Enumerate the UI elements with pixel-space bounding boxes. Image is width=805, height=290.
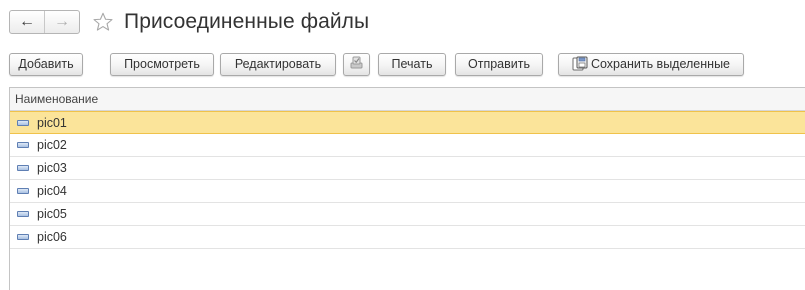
file-icon xyxy=(17,142,29,148)
files-table: Наименование pic01 pic02 pic03 pic04 pic… xyxy=(9,87,805,290)
file-name: pic04 xyxy=(37,184,67,198)
table-row[interactable]: pic03 xyxy=(10,157,805,180)
file-name: pic02 xyxy=(37,138,67,152)
save-selected-button-label: Сохранить выделенные xyxy=(590,57,731,71)
view-button[interactable]: Просмотреть xyxy=(110,52,214,76)
table-row[interactable]: pic06 xyxy=(10,226,805,249)
file-icon xyxy=(17,211,29,217)
back-button[interactable]: ← xyxy=(10,11,45,33)
finish-editing-icon xyxy=(348,54,365,74)
arrow-right-icon: → xyxy=(54,13,70,30)
attached-files-window: ← → Присоединенные файлы Добавить Просмо… xyxy=(0,0,805,290)
finish-editing-button[interactable] xyxy=(343,52,370,76)
page-title: Присоединенные файлы xyxy=(124,10,370,33)
table-row[interactable]: pic02 xyxy=(10,134,805,157)
edit-button-label: Редактировать xyxy=(234,57,322,71)
save-selected-button[interactable]: Сохранить выделенные xyxy=(558,52,744,76)
column-header-name-label: Наименование xyxy=(15,92,99,106)
column-header-name[interactable]: Наименование xyxy=(10,88,805,111)
file-icon xyxy=(17,188,29,194)
file-name: pic05 xyxy=(37,207,67,221)
favorite-star-icon[interactable] xyxy=(90,9,116,35)
navigation-buttons: ← → xyxy=(9,10,80,34)
table-row[interactable]: pic01 xyxy=(10,111,805,134)
print-button-label: Печать xyxy=(391,57,433,71)
table-row[interactable]: pic05 xyxy=(10,203,805,226)
table-row[interactable]: pic04 xyxy=(10,180,805,203)
add-button-label: Добавить xyxy=(18,57,74,71)
command-bar: Добавить Просмотреть Редактировать Печат… xyxy=(9,52,744,76)
file-name: pic06 xyxy=(37,230,67,244)
print-button[interactable]: Печать xyxy=(378,52,446,76)
file-icon xyxy=(17,234,29,240)
file-name: pic01 xyxy=(37,115,67,130)
save-selected-icon xyxy=(572,56,588,72)
view-button-label: Просмотреть xyxy=(124,57,200,71)
send-button-label: Отправить xyxy=(468,57,530,71)
file-icon xyxy=(17,119,29,126)
send-button[interactable]: Отправить xyxy=(455,52,543,76)
file-name: pic03 xyxy=(37,161,67,175)
window-header: ← → Присоединенные файлы xyxy=(9,9,369,35)
arrow-left-icon: ← xyxy=(19,13,35,30)
forward-button[interactable]: → xyxy=(45,11,79,33)
edit-button[interactable]: Редактировать xyxy=(220,52,336,76)
file-icon xyxy=(17,165,29,171)
add-button[interactable]: Добавить xyxy=(9,52,83,76)
